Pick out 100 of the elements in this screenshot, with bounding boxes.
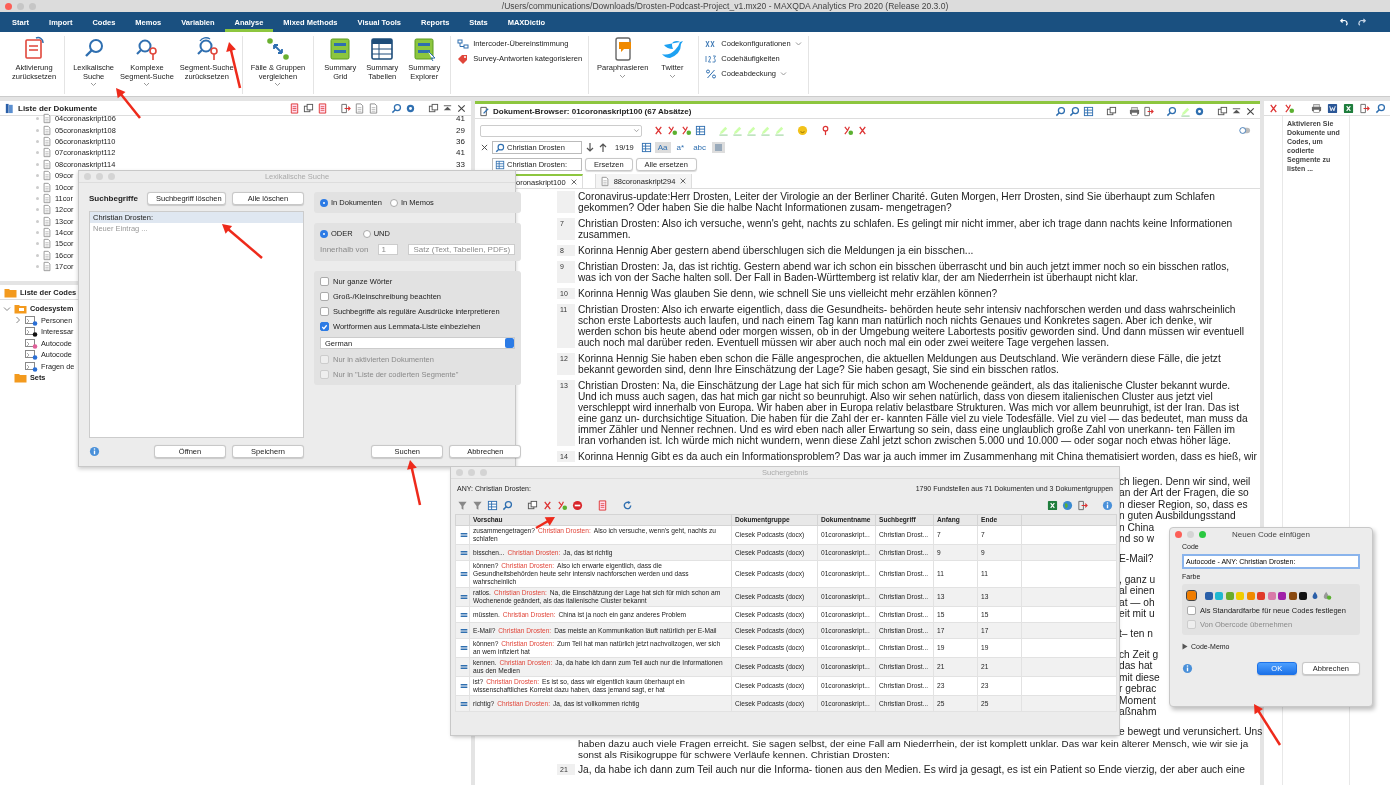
- settings-icon[interactable]: [1194, 105, 1205, 117]
- window-icon[interactable]: [428, 102, 439, 114]
- emoji-icon[interactable]: [797, 125, 808, 136]
- close-icon[interactable]: [456, 102, 467, 114]
- color-swatch[interactable]: [1257, 591, 1265, 600]
- close-icon[interactable]: [569, 178, 578, 186]
- document-icon[interactable]: [42, 113, 52, 125]
- document-icon[interactable]: [42, 204, 52, 216]
- printer-icon[interactable]: [1311, 102, 1322, 114]
- checkbox[interactable]: [1187, 606, 1196, 615]
- search-icon[interactable]: [495, 142, 505, 153]
- web-export-icon[interactable]: [1062, 499, 1073, 511]
- color-swatch[interactable]: [1278, 591, 1286, 600]
- document-icon[interactable]: [42, 135, 52, 147]
- close-window-button[interactable]: [5, 2, 12, 10]
- color-swatch[interactable]: [1267, 591, 1276, 600]
- copy-icon[interactable]: [303, 102, 314, 114]
- row-icon[interactable]: [459, 530, 469, 540]
- add-code-icon[interactable]: [557, 499, 568, 511]
- arrow-up-icon[interactable]: [598, 142, 608, 153]
- info-icon[interactable]: [1102, 499, 1113, 511]
- spreadsheet-icon[interactable]: [1343, 102, 1354, 114]
- zoom-out-icon[interactable]: [1055, 105, 1066, 117]
- filter-icon[interactable]: [457, 499, 468, 511]
- zoom-in-icon[interactable]: [1069, 105, 1080, 117]
- close-icon[interactable]: [1245, 105, 1256, 117]
- result-row[interactable]: [455, 560, 1117, 588]
- document-icon[interactable]: [42, 192, 52, 204]
- dropdown-field[interactable]: [480, 124, 642, 137]
- export-icon[interactable]: [1143, 105, 1154, 117]
- search-icon[interactable]: [502, 499, 513, 511]
- document-icon[interactable]: [289, 102, 300, 114]
- document-icon[interactable]: [42, 227, 52, 239]
- document-icon[interactable]: [42, 238, 52, 250]
- undo-icon[interactable]: [1338, 16, 1349, 28]
- radio-button[interactable]: [320, 198, 328, 207]
- search-icon[interactable]: [391, 102, 402, 114]
- document-icon[interactable]: [42, 170, 52, 182]
- add-code-icon[interactable]: [667, 125, 678, 136]
- code-icon[interactable]: [1268, 102, 1279, 114]
- color-swatch[interactable]: [1299, 591, 1307, 600]
- row-icon[interactable]: [459, 643, 469, 653]
- search-icon[interactable]: [1375, 102, 1386, 114]
- checkbox[interactable]: [320, 277, 329, 286]
- disclosure-triangle-icon[interactable]: [1182, 643, 1188, 650]
- edit-document-icon[interactable]: [479, 105, 490, 117]
- pin-icon[interactable]: [820, 125, 831, 136]
- printer-icon[interactable]: [1129, 105, 1140, 117]
- arrow-down-icon[interactable]: [585, 142, 595, 153]
- document-icon[interactable]: [42, 147, 52, 159]
- search-option-toggle[interactable]: abc: [690, 142, 710, 153]
- grid-icon[interactable]: [695, 125, 706, 136]
- close-icon[interactable]: [480, 143, 489, 152]
- search-icon[interactable]: [1166, 105, 1177, 117]
- row-icon[interactable]: [459, 681, 469, 691]
- document-icon[interactable]: [42, 158, 52, 170]
- refresh-icon[interactable]: [622, 499, 633, 511]
- search-option-toggle[interactable]: Aa: [654, 142, 671, 153]
- add-color-icon[interactable]: [1322, 590, 1332, 601]
- window-icon[interactable]: [1217, 105, 1228, 117]
- page-icon[interactable]: [1083, 105, 1094, 117]
- spreadsheet-icon[interactable]: [1047, 499, 1058, 511]
- color-swatch[interactable]: [1246, 591, 1255, 600]
- export-icon[interactable]: [1077, 499, 1088, 511]
- color-swatch[interactable]: [1187, 591, 1196, 600]
- copy-icon[interactable]: [527, 499, 538, 511]
- redo-icon[interactable]: [1357, 16, 1368, 28]
- columns-icon[interactable]: [487, 499, 498, 511]
- sidebar-icon[interactable]: [1106, 105, 1117, 117]
- document-icon[interactable]: [597, 499, 608, 511]
- settings-icon[interactable]: [405, 102, 416, 114]
- remove-icon[interactable]: [572, 499, 583, 511]
- document-icon[interactable]: [599, 175, 610, 187]
- document-icon[interactable]: [42, 124, 52, 136]
- checkbox[interactable]: [320, 322, 329, 331]
- export-icon[interactable]: [1359, 102, 1370, 114]
- color-swatch[interactable]: [1288, 591, 1297, 600]
- chevron-icon[interactable]: [632, 126, 641, 135]
- color-swatch[interactable]: [1215, 591, 1223, 600]
- row-icon[interactable]: [459, 592, 469, 602]
- highlight-icon[interactable]: [712, 142, 726, 153]
- color-swatch[interactable]: [1236, 591, 1244, 600]
- document-icon[interactable]: [42, 249, 52, 261]
- row-icon[interactable]: [459, 662, 469, 672]
- result-row[interactable]: [455, 676, 1117, 696]
- documents-icon[interactable]: [4, 102, 15, 114]
- document-icon[interactable]: [317, 102, 328, 114]
- close-window-button[interactable]: [1175, 531, 1182, 538]
- radio-button[interactable]: [362, 229, 371, 238]
- close-icon[interactable]: [679, 177, 688, 185]
- code-icon[interactable]: [542, 499, 553, 511]
- import-icon[interactable]: [340, 102, 351, 114]
- code-icon[interactable]: [653, 125, 664, 136]
- new-document-icon[interactable]: [354, 102, 365, 114]
- document-icon[interactable]: [42, 261, 52, 273]
- info-icon[interactable]: [1182, 663, 1193, 674]
- document-icon[interactable]: [42, 181, 52, 193]
- color-swatch[interactable]: [1204, 591, 1213, 600]
- info-icon[interactable]: [89, 445, 100, 457]
- search-option-toggle[interactable]: a*: [673, 142, 688, 153]
